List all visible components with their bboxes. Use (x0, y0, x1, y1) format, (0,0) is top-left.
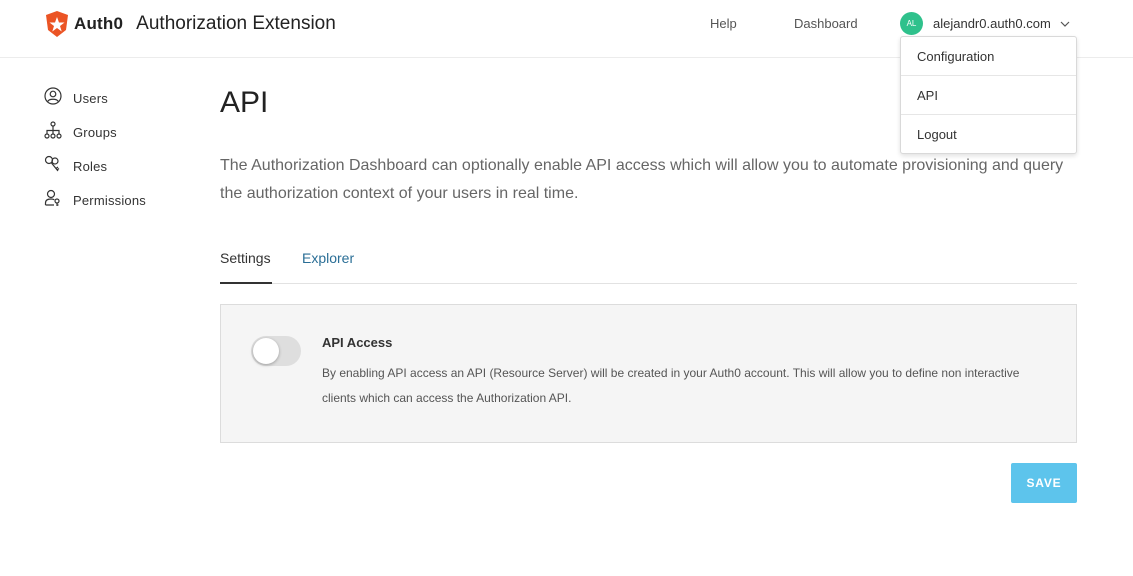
sidebar-item-label: Users (73, 90, 108, 106)
sidebar-item-users[interactable]: Users (44, 86, 146, 110)
tab-settings[interactable]: Settings (220, 250, 271, 266)
app-title: Authorization Extension (136, 13, 336, 34)
user-circle-icon (44, 86, 62, 110)
page-description: The Authorization Dashboard can optional… (220, 157, 1064, 202)
person-key-icon (44, 189, 62, 212)
user-name: alejandr0.auth0.com (933, 15, 1051, 31)
sidebar-item-roles[interactable]: Roles (44, 155, 146, 178)
user-menu[interactable]: AL alejandr0.auth0.com (900, 11, 1071, 35)
toggle-knob (253, 338, 279, 364)
menu-item-api[interactable]: API (901, 76, 1076, 115)
api-access-description: By enabling API access an API (Resource … (322, 366, 1020, 405)
api-access-title: API Access (322, 335, 393, 350)
sidebar-item-label: Roles (73, 158, 108, 174)
sidebar: Users Groups Roles Permissions (44, 86, 146, 224)
sidebar-item-label: Permissions (73, 192, 146, 208)
api-access-panel: API Access By enabling API access an API… (220, 304, 1077, 443)
active-tab-indicator (220, 282, 272, 284)
sidebar-item-groups[interactable]: Groups (44, 120, 146, 144)
sidebar-item-label: Groups (73, 124, 117, 140)
auth0-logo-icon (44, 10, 70, 38)
menu-item-logout[interactable]: Logout (901, 115, 1076, 154)
page-title: API (220, 86, 269, 119)
save-button[interactable]: SAVE (1011, 463, 1077, 503)
roles-icon (44, 155, 62, 178)
hierarchy-icon (44, 120, 62, 144)
sidebar-item-permissions[interactable]: Permissions (44, 189, 146, 212)
brand[interactable]: Auth0 Authorization Extension (44, 9, 336, 39)
menu-item-configuration[interactable]: Configuration (901, 37, 1076, 76)
chevron-down-icon (1059, 17, 1071, 29)
user-dropdown-menu: Configuration API Logout (900, 36, 1077, 154)
brand-wordmark: Auth0 (74, 14, 124, 33)
tab-explorer[interactable]: Explorer (302, 250, 354, 266)
tab-bar: Settings Explorer (220, 246, 1077, 284)
avatar: AL (900, 11, 923, 35)
dashboard-link[interactable]: Dashboard (794, 16, 858, 31)
api-access-toggle[interactable] (251, 336, 301, 366)
help-link[interactable]: Help (710, 16, 737, 31)
